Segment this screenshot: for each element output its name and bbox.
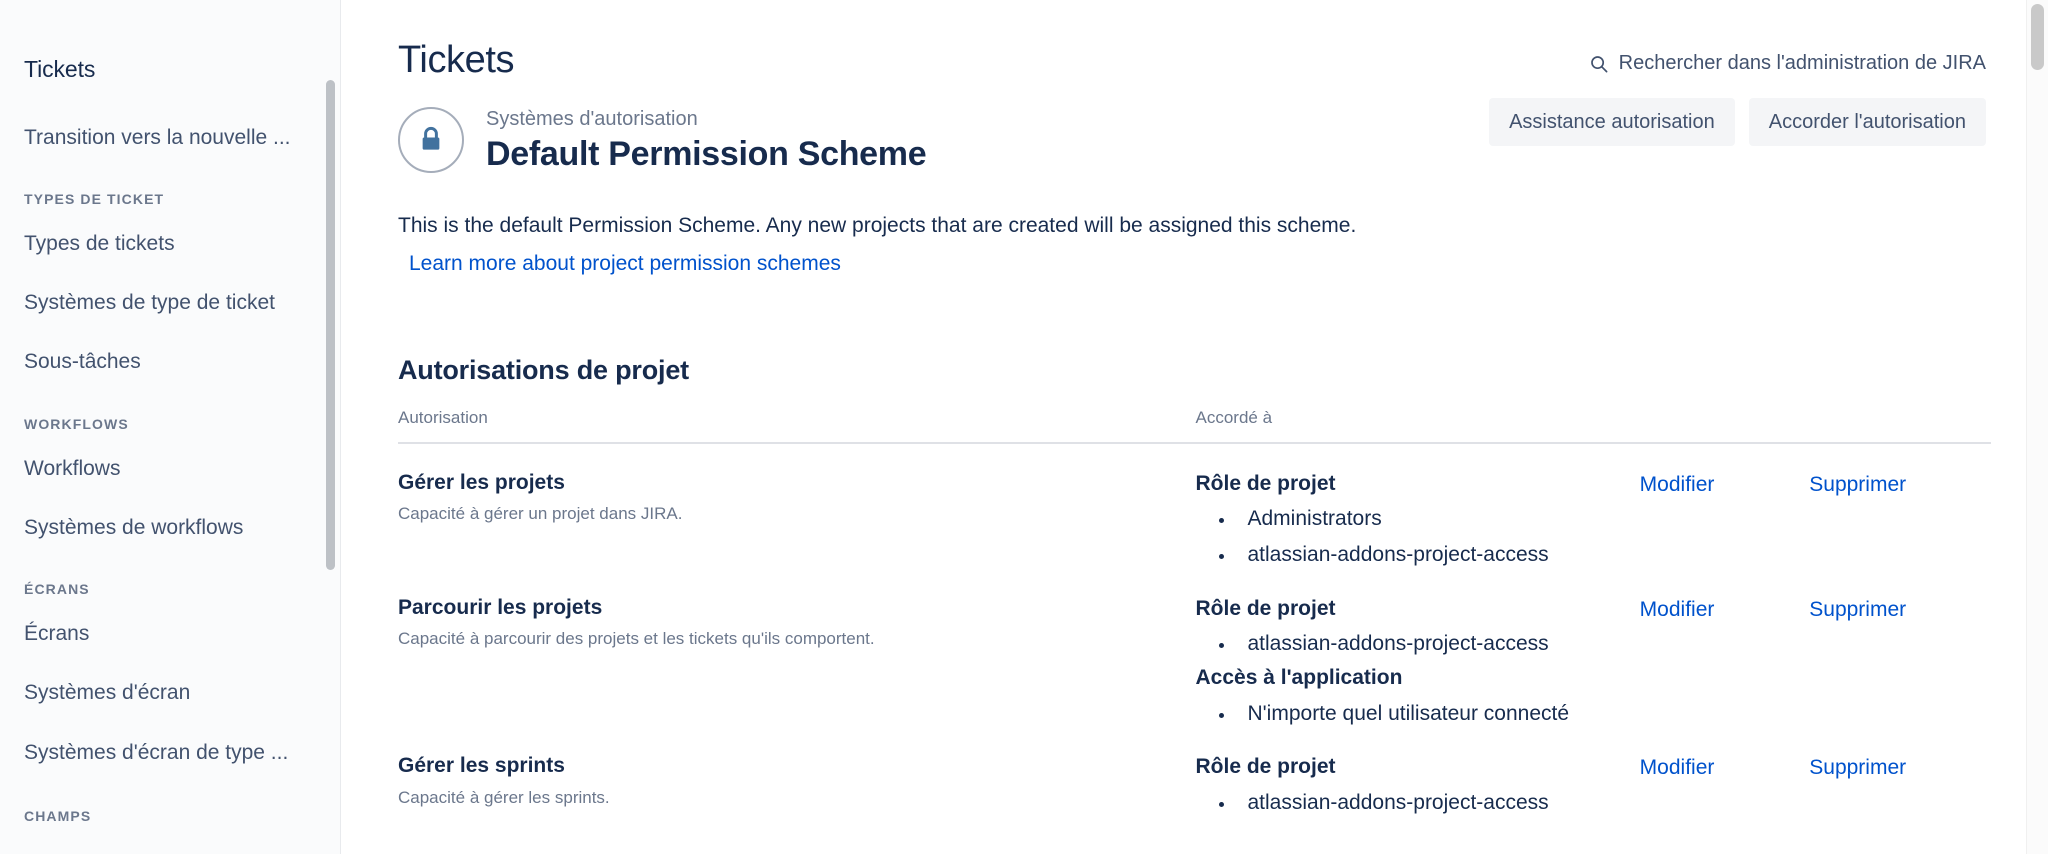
learn-more-link[interactable]: Learn more about project permission sche…: [409, 252, 841, 276]
delete-link[interactable]: Supprimer: [1809, 753, 1906, 781]
sidebar-item-types-de-tickets[interactable]: Types de tickets: [0, 231, 340, 257]
edit-cell: Modifier: [1640, 443, 1810, 569]
delete-link[interactable]: Supprimer: [1809, 470, 1906, 498]
scheme-header: Systèmes d'autorisation Default Permissi…: [341, 82, 2048, 174]
sidebar-scrollbar[interactable]: [325, 0, 338, 854]
column-header-edit: [1639, 408, 1810, 445]
scheme-description: This is the default Permission Scheme. A…: [341, 174, 2048, 276]
permission-name: Parcourir les projets: [398, 596, 603, 620]
page-scrollbar[interactable]: [2026, 0, 2048, 854]
main-inner: Tickets Rechercher dans l'administration…: [341, 0, 2048, 817]
column-header-permission: Autorisation: [398, 408, 1196, 445]
sidebar-content: Tickets Transition vers la nouvelle ... …: [0, 0, 340, 822]
sidebar-item-systemes-decran-de-type[interactable]: Systèmes d'écran de type ...: [0, 740, 340, 766]
sidebar-heading-champs: CHAMPS: [24, 807, 92, 822]
sidebar-item-transition[interactable]: Transition vers la nouvelle ...: [0, 125, 340, 151]
project-permissions-table: Autorisation Accordé à Gérer les projets…: [398, 408, 1991, 817]
admin-search-label: Rechercher dans l'administration de JIRA: [1618, 52, 1986, 74]
edit-link[interactable]: Modifier: [1640, 470, 1715, 498]
sidebar-heading-champs-clipped: CHAMPS: [0, 808, 340, 822]
project-permissions-title: Autorisations de projet: [398, 354, 689, 385]
sidebar-item-systemes-de-workflows[interactable]: Systèmes de workflows: [0, 515, 340, 541]
grant-type: Rôle de projet: [1195, 755, 1336, 779]
permission-description: Capacité à gérer les sprints.: [398, 787, 610, 807]
admin-search-link[interactable]: Rechercher dans l'administration de JIRA: [1589, 52, 1986, 75]
permission-name: Gérer les projets: [398, 471, 565, 495]
lock-icon: [398, 106, 464, 173]
permission-cell: Gérer les projets Capacité à gérer un pr…: [398, 443, 1196, 569]
grant-entry-list: atlassian-addons-project-access: [1196, 790, 1640, 817]
sidebar-item-workflows[interactable]: Workflows: [0, 456, 340, 482]
table-row: Gérer les projets Capacité à gérer un pr…: [398, 443, 1991, 569]
granted-to-cell: Rôle de projet Administrators atlassian-…: [1196, 443, 1640, 569]
sidebar-item-systemes-decran[interactable]: Systèmes d'écran: [0, 680, 340, 706]
edit-cell: Modifier: [1640, 727, 1810, 816]
edit-link[interactable]: Modifier: [1640, 753, 1715, 781]
granted-to-cell: Rôle de projet atlassian-addons-project-…: [1196, 569, 1640, 727]
grant-group: Rôle de projet Administrators atlassian-…: [1196, 470, 1640, 569]
table-header-row: Autorisation Accordé à: [398, 408, 1991, 445]
delete-cell: Supprimer: [1809, 443, 1991, 569]
permission-helper-button[interactable]: Assistance autorisation: [1489, 97, 1735, 146]
grant-entry-list: atlassian-addons-project-access: [1196, 631, 1640, 658]
search-icon: [1589, 54, 1609, 74]
page-scrollbar-thumb[interactable]: [2031, 4, 2044, 70]
grant-type: Rôle de projet: [1195, 472, 1336, 496]
column-header-delete: [1809, 408, 1991, 445]
sidebar-item-systemes-de-type-de-ticket[interactable]: Systèmes de type de ticket: [0, 290, 340, 316]
permission-description: Capacité à gérer un projet dans JIRA.: [398, 504, 683, 524]
scheme-meta: Systèmes d'autorisation Default Permissi…: [486, 106, 927, 174]
permission-name: Gérer les sprints: [398, 754, 565, 778]
delete-cell: Supprimer: [1809, 727, 1991, 816]
sidebar-item-ecrans[interactable]: Écrans: [0, 621, 340, 647]
page-header: Tickets Rechercher dans l'administration…: [341, 0, 2048, 82]
grant-entry: atlassian-addons-project-access: [1236, 542, 1640, 569]
lock-glyph: [422, 126, 440, 150]
grant-entry-list: Administrators atlassian-addons-project-…: [1196, 506, 1640, 569]
sidebar-heading-ecrans: ÉCRANS: [24, 581, 90, 598]
scheme-name: Default Permission Scheme: [486, 134, 927, 173]
grant-type: Accès à l'application: [1195, 666, 1403, 690]
grant-group: Accès à l'application N'importe quel uti…: [1196, 664, 1640, 727]
sidebar-item-sous-taches[interactable]: Sous-tâches: [0, 349, 340, 375]
scheme-eyebrow: Systèmes d'autorisation: [486, 107, 698, 130]
delete-link[interactable]: Supprimer: [1809, 595, 1906, 623]
permission-description: Capacité à parcourir des projets et les …: [398, 629, 875, 649]
sidebar-title: Tickets: [24, 56, 96, 82]
edit-link[interactable]: Modifier: [1640, 595, 1715, 623]
grant-permission-button[interactable]: Accorder l'autorisation: [1748, 97, 1986, 146]
granted-to-cell: Rôle de projet atlassian-addons-project-…: [1196, 727, 1640, 816]
main-content: Tickets Rechercher dans l'administration…: [341, 0, 2048, 854]
sidebar-scrollbar-thumb[interactable]: [326, 80, 335, 570]
admin-sidebar: Tickets Transition vers la nouvelle ... …: [0, 0, 341, 854]
sidebar-heading-workflows: WORKFLOWS: [24, 415, 129, 432]
grant-entry-list: N'importe quel utilisateur connecté: [1196, 701, 1640, 728]
grant-group: Rôle de projet atlassian-addons-project-…: [1196, 595, 1640, 658]
column-header-granted-to: Accordé à: [1195, 408, 1640, 445]
scheme-description-text: This is the default Permission Scheme. A…: [398, 213, 1357, 237]
grant-group: Rôle de projet atlassian-addons-project-…: [1196, 753, 1640, 816]
grant-entry: atlassian-addons-project-access: [1236, 631, 1640, 658]
grant-entry: atlassian-addons-project-access: [1236, 790, 1640, 817]
table-row: Gérer les sprints Capacité à gérer les s…: [398, 727, 1991, 816]
grant-type: Rôle de projet: [1195, 597, 1336, 621]
jira-admin-page: Tickets Transition vers la nouvelle ... …: [0, 0, 2048, 854]
sidebar-heading-types-de-ticket: TYPES DE TICKET: [24, 190, 165, 207]
grant-entry: Administrators: [1236, 506, 1640, 533]
table-row: Parcourir les projets Capacité à parcour…: [398, 569, 1991, 727]
grant-entry: N'importe quel utilisateur connecté: [1236, 701, 1640, 728]
delete-cell: Supprimer: [1809, 569, 1991, 727]
table-body: Gérer les projets Capacité à gérer un pr…: [398, 443, 1991, 817]
permission-cell: Parcourir les projets Capacité à parcour…: [398, 569, 1196, 727]
permission-cell: Gérer les sprints Capacité à gérer les s…: [398, 727, 1196, 816]
table-header: Autorisation Accordé à: [398, 408, 1991, 445]
edit-cell: Modifier: [1640, 569, 1810, 727]
header-actions: Assistance autorisation Accorder l'autor…: [1489, 97, 1986, 146]
